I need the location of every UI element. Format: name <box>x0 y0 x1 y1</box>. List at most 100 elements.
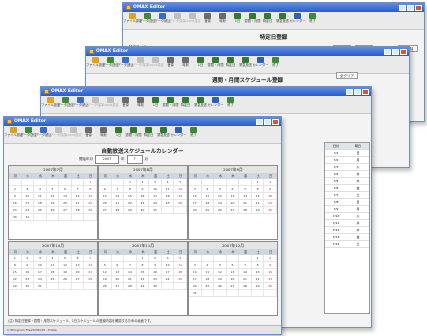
toolbar-button-day[interactable]: 1日 <box>193 56 208 72</box>
day-cell[interactable]: 28 <box>84 276 97 283</box>
day-cell[interactable]: 25 <box>201 207 215 214</box>
day-cell[interactable]: 6 <box>226 186 240 193</box>
day-cell[interactable]: 30 <box>21 283 35 290</box>
toolbar-button-save[interactable]: データ保存 <box>51 126 66 142</box>
toolbar-button-save[interactable]: データ保存 <box>88 96 103 112</box>
day-cell[interactable]: 2 <box>9 186 22 193</box>
toolbar-button-day[interactable]: 1日 <box>111 126 126 142</box>
day-cell[interactable]: 22 <box>251 200 265 207</box>
maximize-button[interactable] <box>264 118 271 125</box>
day-cell[interactable]: 9 <box>9 193 22 200</box>
day-cell[interactable]: 12 <box>214 269 227 276</box>
maximize-button[interactable] <box>407 4 414 11</box>
day-cell[interactable]: 12 <box>99 269 112 276</box>
toolbar-button-folder[interactable]: ファイル設定 <box>86 56 105 72</box>
toolbar-button-folder[interactable]: ファイル設定 <box>123 12 142 28</box>
day-cell[interactable]: 18 <box>201 200 215 207</box>
day-cell[interactable]: 22 <box>84 200 97 207</box>
day-cell[interactable]: 8 <box>136 262 150 269</box>
day-cell[interactable]: 18 <box>46 269 60 276</box>
day-cell[interactable]: 13 <box>111 269 125 276</box>
toolbar-button-send[interactable]: データ送信 <box>140 12 155 28</box>
day-cell[interactable]: 20 <box>226 276 240 283</box>
day-cell[interactable]: 6 <box>99 186 112 193</box>
toolbar-button-emergency[interactable]: 緊急放送 <box>238 56 253 72</box>
day-cell[interactable]: 29 <box>84 207 97 214</box>
day-cell[interactable]: 6 <box>71 255 85 262</box>
day-cell[interactable]: 6 <box>59 186 72 193</box>
day-cell[interactable]: 11 <box>46 262 60 269</box>
day-cell[interactable]: 29 <box>251 283 265 290</box>
day-cell[interactable]: 20 <box>226 200 240 207</box>
toolbar-button-exit[interactable]: 終了 <box>305 12 320 28</box>
day-cell[interactable]: 25 <box>174 276 187 283</box>
day-cell[interactable]: 13 <box>226 193 240 200</box>
minimize-button[interactable] <box>346 88 353 95</box>
day-cell[interactable]: 15 <box>251 269 265 276</box>
title-bar[interactable]: OMAX Editor <box>86 47 409 56</box>
day-cell[interactable]: 28 <box>111 207 125 214</box>
day-cell[interactable]: 23 <box>264 276 277 283</box>
toolbar-button-send[interactable]: データ送信 <box>58 96 73 112</box>
toolbar-button-save[interactable]: データ保存 <box>170 12 185 28</box>
day-cell[interactable]: 1 <box>136 255 150 262</box>
day-cell[interactable]: 14 <box>84 262 97 269</box>
toolbar-button-calendar[interactable]: カレンダー <box>290 12 305 28</box>
toolbar-button-special-day[interactable]: 特定日 <box>178 96 193 112</box>
day-cell[interactable]: 19 <box>59 269 72 276</box>
day-cell[interactable]: 28 <box>124 283 137 290</box>
day-cell[interactable]: 7 <box>124 262 137 269</box>
day-cell[interactable]: 28 <box>239 207 252 214</box>
toolbar-button-exit[interactable]: 終了 <box>186 126 201 142</box>
day-cell[interactable]: 9 <box>264 262 277 269</box>
list-item[interactable]: 7/13 金 <box>325 234 369 241</box>
day-cell[interactable]: 22 <box>9 276 22 283</box>
day-cell[interactable]: 12 <box>59 262 72 269</box>
toolbar-button-emergency[interactable]: 緊急放送 <box>275 12 290 28</box>
toolbar-button-day[interactable]: 1日 <box>230 12 245 28</box>
day-cell[interactable]: 8 <box>9 262 22 269</box>
day-cell[interactable]: 13 <box>226 269 240 276</box>
toolbar-button-week[interactable]: 週間・月間 <box>245 12 260 28</box>
day-cell[interactable]: 3 <box>149 179 162 186</box>
day-cell[interactable]: 29 <box>136 283 150 290</box>
day-cell[interactable]: 9 <box>136 186 150 193</box>
day-cell[interactable]: 2 <box>149 255 162 262</box>
toolbar-button-clock[interactable]: 時刻 <box>215 12 230 28</box>
day-cell[interactable]: 16 <box>264 193 277 200</box>
day-cell[interactable]: 7 <box>111 186 125 193</box>
day-cell[interactable]: 22 <box>136 276 150 283</box>
day-cell[interactable]: 16 <box>136 193 150 200</box>
day-cell[interactable]: 25 <box>34 207 47 214</box>
toolbar-button-sound[interactable]: Sound設定 <box>102 96 119 112</box>
day-cell[interactable]: 31 <box>149 207 162 214</box>
day-cell[interactable]: 18 <box>174 269 187 276</box>
day-cell[interactable]: 5 <box>214 262 227 269</box>
day-cell[interactable]: 19 <box>214 200 227 207</box>
day-cell[interactable]: 12 <box>46 193 60 200</box>
toolbar-button-special-day[interactable]: 特定日 <box>223 56 238 72</box>
title-bar[interactable]: OMAX Editor <box>4 117 281 126</box>
list-item[interactable]: 7/3 火 <box>325 164 369 171</box>
day-cell[interactable]: 19 <box>99 276 112 283</box>
day-cell[interactable]: 20 <box>59 200 72 207</box>
day-cell[interactable]: 2 <box>264 255 277 262</box>
day-cell[interactable]: 11 <box>174 262 187 269</box>
list-item[interactable]: 7/11 水 <box>325 220 369 227</box>
toolbar-button-clock[interactable]: 時刻 <box>133 96 148 112</box>
day-cell[interactable]: 30 <box>264 283 277 290</box>
day-cell[interactable]: 17 <box>21 200 35 207</box>
day-cell[interactable]: 5 <box>214 186 227 193</box>
day-cell[interactable]: 16 <box>149 269 162 276</box>
day-cell[interactable]: 19 <box>214 276 227 283</box>
toolbar-button-sound[interactable]: Sound設定 <box>147 56 164 72</box>
list-item[interactable]: 7/8 日 <box>325 199 369 206</box>
maximize-button[interactable] <box>392 48 399 55</box>
day-cell[interactable]: 8 <box>84 186 97 193</box>
list-item[interactable]: 7/4 水 <box>325 171 369 178</box>
day-cell[interactable]: 16 <box>21 269 35 276</box>
day-cell[interactable]: 8 <box>124 186 137 193</box>
day-cell[interactable]: 3 <box>21 186 35 193</box>
day-cell[interactable]: 7 <box>71 186 85 193</box>
toolbar-button-receive[interactable]: データ読込 <box>118 56 133 72</box>
